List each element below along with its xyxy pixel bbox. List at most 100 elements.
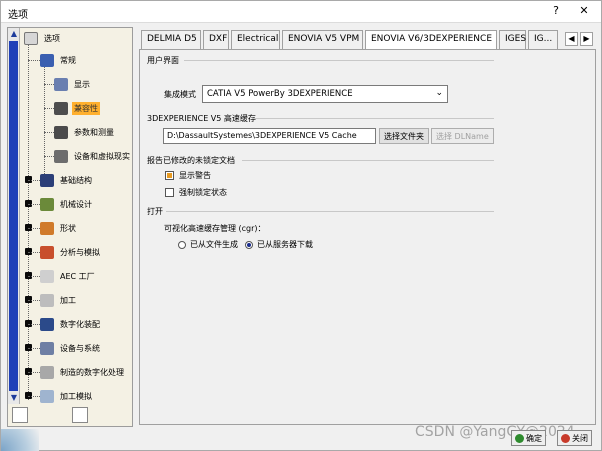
tree-item-label: 设备和虚拟现实	[74, 151, 130, 161]
section-open: 打开	[147, 207, 163, 216]
ok-button[interactable]: 确定	[511, 430, 546, 446]
tree-item-label: 制造的数字化处理	[60, 367, 124, 377]
tab-2[interactable]: Electrical	[231, 30, 280, 49]
tree-item-aec-plant[interactable]: AEC 工厂	[40, 268, 97, 284]
general-icon	[40, 53, 54, 67]
equipment-systems-icon	[40, 341, 54, 355]
section-user-interface: 用户界面	[147, 56, 179, 65]
tree-item-label: 兼容性	[72, 101, 100, 115]
compatibility-icon	[54, 101, 68, 115]
choose-folder-button[interactable]: 选择文件夹	[379, 128, 429, 144]
radio-from-file-label: 已从文件生成	[190, 240, 238, 249]
corner-decoration	[1, 429, 39, 451]
parameters-icon	[54, 125, 68, 139]
tab-6[interactable]: IG...	[528, 30, 558, 49]
help-button[interactable]: ?	[547, 4, 565, 17]
tree-item-label: 参数和测量	[74, 127, 114, 137]
show-warning-checkbox[interactable]: 显示警告	[165, 170, 211, 181]
integration-mode-label: 集成模式	[164, 90, 196, 99]
close-button[interactable]: ✕	[575, 4, 593, 17]
options-tree: 选项 常规显示兼容性参数和测量设备和虚拟现实基础结构机械设计形状分析与模拟 AEC…	[22, 28, 132, 404]
integration-mode-value: CATIA V5 PowerBy 3DEXPERIENCE	[207, 89, 353, 99]
tab-strip: DELMIA D5 DXF Electrical ENOVIA V5 VPM ENOVI…	[141, 30, 596, 50]
aec-plant-icon	[40, 269, 54, 283]
tree-item-compatibility[interactable]: 兼容性	[54, 100, 100, 116]
tree-item-shape[interactable]: 形状	[40, 220, 78, 236]
cgr-label: 可视化高速缓存管理 (cgr)：	[164, 224, 266, 233]
radio-from-file[interactable]: 已从文件生成	[178, 239, 238, 250]
tree-item-analysis[interactable]: 分析与模拟	[40, 244, 102, 260]
tree-item-machining[interactable]: 加工	[40, 292, 78, 308]
tree-root[interactable]: 选项	[24, 30, 62, 46]
reset-icon[interactable]	[12, 407, 28, 423]
force-lock-checkbox[interactable]: 强制锁定状态	[165, 187, 227, 198]
cancel-label: 关闭	[572, 433, 588, 443]
tree-item-devices-vr[interactable]: 设备和虚拟现实	[54, 148, 132, 164]
tab-0[interactable]: DELMIA D5	[141, 30, 201, 49]
devices-vr-icon	[54, 149, 68, 163]
tab-scroll-left-icon[interactable]: ◀	[565, 32, 578, 46]
lock-icon[interactable]	[72, 407, 88, 423]
machining-sim-icon	[40, 389, 54, 403]
tree-item-label: 分析与模拟	[60, 247, 100, 257]
tree-item-digital-mockup[interactable]: 数字化装配	[40, 316, 102, 332]
checkbox-checked-icon	[165, 171, 174, 180]
integration-mode-combo[interactable]: CATIA V5 PowerBy 3DEXPERIENCE ⌄	[202, 85, 448, 103]
tree-item-machining-sim[interactable]: 加工模拟	[40, 388, 94, 404]
cache-path-input[interactable]: D:\DassaultSystemes\3DEXPERIENCE V5 Cach…	[163, 128, 376, 144]
tree-item-label: 形状	[60, 223, 76, 233]
tree-item-display[interactable]: 显示	[54, 76, 92, 92]
section-cache: 3DEXPERIENCE V5 高速缓存	[147, 114, 256, 123]
tree-bottom-toolbar	[8, 406, 132, 426]
tree-item-digital-process[interactable]: 制造的数字化处理	[40, 364, 126, 380]
watermark: CSDN @YangGY@2024	[415, 424, 575, 440]
scroll-up-icon[interactable]: ▲	[9, 29, 19, 39]
title-bar: 选项 ? ✕	[1, 1, 601, 23]
tab-5[interactable]: IGES	[499, 30, 526, 49]
tree-item-label: AEC 工厂	[60, 271, 95, 281]
tree-item-mechanical-design[interactable]: 机械设计	[40, 196, 94, 212]
tree-item-label: 显示	[74, 79, 90, 89]
window-title: 选项	[8, 10, 28, 21]
tab-4[interactable]: ENOVIA V6/3DEXPERIENCE	[365, 30, 497, 50]
digital-process-icon	[40, 365, 54, 379]
tree-item-label: 数字化装配	[60, 319, 100, 329]
tree-root-label: 选项	[44, 33, 60, 43]
section-report-unlocked: 报告已修改的未锁定文档	[147, 156, 235, 165]
scroll-down-icon[interactable]: ▼	[9, 393, 19, 403]
tree-item-infrastructure[interactable]: 基础结构	[40, 172, 94, 188]
force-lock-label: 强制锁定状态	[179, 188, 227, 197]
display-icon	[54, 77, 68, 91]
chevron-down-icon: ⌄	[435, 88, 443, 98]
checkbox-unchecked-icon	[165, 188, 174, 197]
tree-item-label: 机械设计	[60, 199, 92, 209]
analysis-icon	[40, 245, 54, 259]
cancel-button[interactable]: 关闭	[557, 430, 592, 446]
mechanical-design-icon	[40, 197, 54, 211]
ok-icon	[515, 433, 524, 443]
tree-scrollbar[interactable]: ▲ ▼	[8, 28, 20, 404]
show-warning-label: 显示警告	[179, 171, 211, 180]
tree-item-label: 基础结构	[60, 175, 92, 185]
tab-1[interactable]: DXF	[203, 30, 229, 49]
radio-from-server[interactable]: 已从服务器下载	[245, 239, 313, 250]
infrastructure-icon	[40, 173, 54, 187]
options-tree-panel: ▲ ▼ 选项 常规显示兼容性参数和测量设备和虚拟现实基础结构机械设计形状分析与模…	[7, 27, 133, 427]
tab-scroll-right-icon[interactable]: ▶	[580, 32, 593, 46]
shape-icon	[40, 221, 54, 235]
radio-on-icon	[245, 240, 253, 249]
radio-from-server-label: 已从服务器下载	[257, 240, 313, 249]
options-dialog: 选项 ? ✕ ▲ ▼ 选项 常规显示兼容性参数和测量设备和虚拟现实基础结构机械设…	[0, 0, 602, 451]
tab-panel-enovia-v6: 用户界面 集成模式 CATIA V5 PowerBy 3DEXPERIENCE …	[139, 49, 596, 425]
machining-icon	[40, 293, 54, 307]
tree-item-parameters[interactable]: 参数和测量	[54, 124, 116, 140]
ok-label: 确定	[526, 433, 542, 443]
scroll-thumb[interactable]	[9, 41, 18, 391]
tree-item-label: 设备与系统	[60, 343, 100, 353]
tree-item-equipment-systems[interactable]: 设备与系统	[40, 340, 102, 356]
options-root-icon	[24, 31, 38, 45]
tree-item-label: 加工模拟	[60, 391, 92, 401]
tab-3[interactable]: ENOVIA V5 VPM	[282, 30, 363, 49]
tree-item-general[interactable]: 常规	[40, 52, 78, 68]
choose-dlname-button[interactable]: 选择 DLName	[431, 128, 494, 144]
